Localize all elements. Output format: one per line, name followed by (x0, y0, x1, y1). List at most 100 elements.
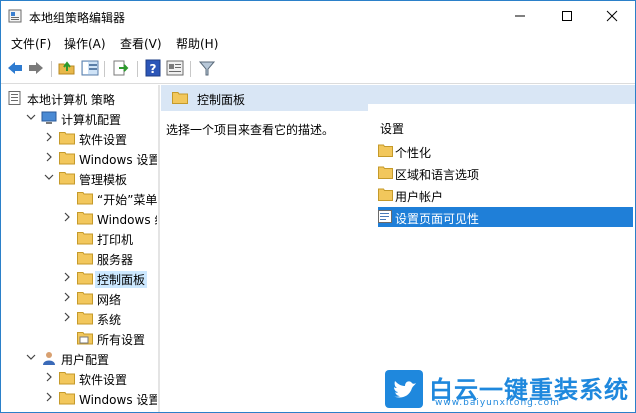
menu-help[interactable]: 帮助(H) (176, 35, 218, 52)
folder-icon (59, 171, 75, 185)
folder-icon (77, 251, 93, 265)
tree-node[interactable]: Windows 设置 (1, 389, 157, 409)
tree-node[interactable]: 本地计算机 策略 (1, 89, 157, 109)
tree-node[interactable]: 软件设置 (1, 369, 157, 389)
tree-node[interactable]: 用户配置 (1, 349, 157, 369)
menu-file[interactable]: 文件(F) (11, 35, 51, 52)
tree-node[interactable]: 所有设置 (1, 329, 157, 349)
tree-node[interactable]: 服务器 (1, 249, 157, 269)
description-text: 选择一个项目来查看它的描述。 (166, 123, 335, 137)
tree-node[interactable]: 计算机配置 (1, 109, 157, 129)
tree-node[interactable]: “开始”菜单和 (1, 189, 157, 209)
settings-list-item-label: 区域和语言选项 (395, 168, 480, 182)
back-icon[interactable] (6, 59, 24, 77)
maximize-button[interactable] (544, 1, 590, 32)
settings-list-item[interactable]: 用户帐户 (378, 185, 633, 205)
up-folder-icon[interactable] (58, 59, 76, 77)
minimize-icon (515, 15, 525, 17)
details-pane: 控制面板 选择一个项目来查看它的描述。 设置 个性化区域和语言选项用户帐户设置页… (161, 85, 635, 412)
tree-node-label: 打印机 (97, 233, 134, 247)
svg-text:?: ? (150, 62, 157, 76)
chevron-down-icon[interactable] (44, 172, 54, 182)
chevron-right-icon[interactable] (62, 292, 72, 302)
tree-node-label: Windows 设置 (79, 153, 157, 167)
user-icon (41, 351, 57, 365)
tree-node[interactable]: 控制面板 (1, 269, 157, 289)
filter-icon[interactable] (198, 59, 216, 77)
menu-view[interactable]: 查看(V) (120, 35, 162, 52)
minimize-button[interactable] (497, 1, 543, 32)
menu-bar: 文件(F) 操作(A) 查看(V) 帮助(H) (1, 32, 635, 54)
chevron-down-icon[interactable] (26, 112, 36, 122)
tree-node[interactable]: 管理模板 (1, 169, 157, 189)
maximize-icon (562, 11, 572, 21)
settings-folder-icon (77, 331, 93, 345)
show-hide-tree-icon[interactable] (81, 59, 99, 77)
tree-node-label: 计算机配置 (61, 113, 122, 127)
folder-icon (378, 166, 393, 179)
settings-list-item-label: 个性化 (395, 146, 432, 160)
tree-node-label: Windows 组 (97, 213, 157, 227)
window-title: 本地组策略编辑器 (29, 11, 126, 25)
tree-node-label: 网络 (97, 293, 122, 307)
tree-node[interactable]: 软件设置 (1, 129, 157, 149)
settings-list: 设置 个性化区域和语言选项用户帐户设置页面可见性 (368, 104, 635, 412)
toolbar-separator (190, 61, 191, 77)
folder-icon (172, 92, 188, 104)
folder-icon (77, 211, 93, 225)
close-button[interactable] (589, 1, 635, 32)
title-bar[interactable]: 本地组策略编辑器 (1, 1, 635, 32)
tree-node-label: 控制面板 (95, 271, 148, 288)
tree-node-label: “开始”菜单和 (97, 193, 157, 207)
twitter-bird-logo-icon (385, 370, 423, 408)
menu-action[interactable]: 操作(A) (64, 35, 106, 52)
tree-node-label: 软件设置 (79, 133, 128, 147)
folder-icon (378, 188, 393, 201)
tree-node-label: 本地计算机 策略 (27, 93, 115, 107)
close-icon (606, 10, 618, 22)
tree-node-label: 所有设置 (97, 333, 146, 347)
folder-icon (59, 131, 75, 145)
settings-list-item-label: 设置页面可见性 (395, 212, 480, 226)
folder-icon (378, 144, 393, 157)
tree-node[interactable]: Windows 设置 (1, 149, 157, 169)
tree-node[interactable]: Windows 组 (1, 209, 157, 229)
tree-node-label: 管理模板 (79, 173, 128, 187)
tree-node[interactable]: 打印机 (1, 229, 157, 249)
column-header-setting[interactable]: 设置 (380, 120, 404, 137)
chevron-right-icon[interactable] (44, 372, 54, 382)
group-policy-editor-window: 本地组策略编辑器 文件(F) 操作(A) 查看(V) 帮助(H) ? 本地计算机… (0, 0, 636, 413)
properties-icon[interactable] (166, 59, 184, 77)
watermark: 白云一键重装系统 www.baiyunxitong.com (385, 368, 635, 412)
settings-list-item[interactable]: 设置页面可见性 (378, 207, 633, 227)
folder-icon (77, 291, 93, 305)
export-list-icon[interactable] (112, 59, 130, 77)
settings-list-item[interactable]: 区域和语言选项 (378, 163, 633, 183)
toolbar-separator (51, 61, 52, 77)
tree-node[interactable]: 系统 (1, 309, 157, 329)
tree-node[interactable]: 网络 (1, 289, 157, 309)
chevron-down-icon[interactable] (26, 352, 36, 362)
app-icon (8, 9, 22, 23)
policy-tree[interactable]: 本地计算机 策略计算机配置软件设置 Windows 设置管理模板 “开始”菜单和 Wi… (1, 85, 157, 412)
tree-node-label: 用户配置 (61, 353, 110, 367)
folder-icon (59, 151, 75, 165)
details-header-title: 控制面板 (197, 93, 246, 107)
chevron-right-icon[interactable] (44, 132, 54, 142)
folder-icon (77, 231, 93, 245)
folder-icon (77, 311, 93, 325)
pane-splitter[interactable] (158, 85, 160, 412)
folder-icon (77, 271, 93, 285)
chevron-right-icon[interactable] (44, 152, 54, 162)
tree-node-label: 服务器 (97, 253, 134, 267)
forward-icon[interactable] (27, 59, 45, 77)
chevron-right-icon[interactable] (62, 312, 72, 322)
policy-setting-icon (378, 210, 393, 223)
chevron-right-icon[interactable] (44, 392, 54, 402)
chevron-right-icon[interactable] (62, 212, 72, 222)
tree-node-label: 系统 (97, 313, 122, 327)
help-icon[interactable]: ? (144, 59, 162, 77)
chevron-right-icon[interactable] (62, 272, 72, 282)
settings-list-item[interactable]: 个性化 (378, 141, 633, 161)
toolbar: ? (1, 55, 635, 84)
